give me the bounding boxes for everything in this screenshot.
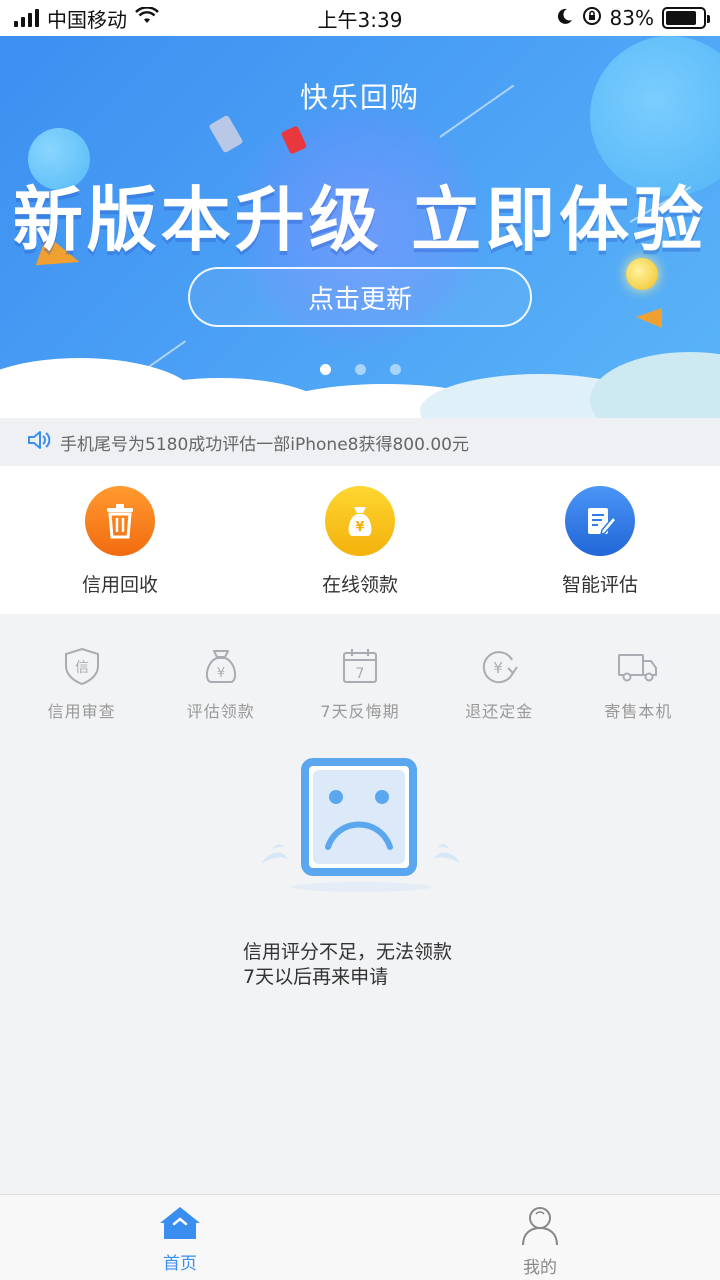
empty-message-line2: 7天以后再来申请: [243, 966, 389, 988]
status-right: 83%: [556, 6, 710, 31]
sub-features: 信 信用审查 ¥ 评估领款 7 7天反悔期 ¥ 退还定金 寄售本机: [0, 614, 720, 734]
tab-label: 我的: [523, 1258, 557, 1278]
pagination-dot[interactable]: [389, 364, 401, 375]
notice-bar: 手机尾号为5180成功评估一部iPhone8获得800.00元: [0, 418, 720, 466]
moon-icon: [556, 6, 574, 30]
delivery-truck-icon: [616, 646, 660, 690]
status-bar: 中国移动 上午3:39 83%: [0, 0, 720, 36]
rotation-lock-icon: [582, 6, 602, 31]
trash-icon: [85, 486, 155, 556]
subfeature-label: 评估领款: [186, 702, 255, 721]
battery-icon: [662, 7, 710, 29]
notice-text: 手机尾号为5180成功评估一部iPhone8获得800.00元: [60, 434, 469, 455]
feature-smart-evaluation[interactable]: 智能评估: [480, 466, 720, 614]
feature-label: 信用回收: [81, 574, 158, 596]
empty-message: 信用评分不足，无法领款 7天以后再来申请: [243, 940, 452, 990]
update-button[interactable]: 点击更新: [188, 267, 532, 327]
money-bag-outline-icon: ¥: [199, 646, 243, 690]
feature-credit-recycle[interactable]: 信用回收: [0, 466, 240, 614]
subfeature-refund-deposit[interactable]: ¥ 退还定金: [430, 614, 569, 734]
banner-bill-icon: [208, 114, 244, 154]
speaker-icon: [26, 429, 52, 456]
main-features: 信用回收 ¥ 在线领款 智能评估: [0, 466, 720, 614]
subfeature-credit-check[interactable]: 信 信用审查: [12, 614, 151, 734]
banner-cloud: [590, 352, 720, 418]
battery-percent: 83%: [609, 6, 654, 30]
empty-message-line1: 信用评分不足，无法领款: [243, 941, 453, 963]
money-bag-icon: ¥: [325, 486, 395, 556]
subfeature-7day-return[interactable]: 7 7天反悔期: [290, 614, 429, 734]
svg-text:¥: ¥: [217, 666, 225, 681]
credit-shield-icon: 信: [60, 646, 104, 690]
svg-text:¥: ¥: [355, 520, 364, 535]
signal-icon: [14, 9, 39, 27]
pagination-dot[interactable]: [354, 364, 366, 375]
user-icon: [518, 1205, 562, 1249]
promo-banner[interactable]: 快乐回购 新版本升级 立即体验 点击更新: [0, 36, 720, 418]
subfeature-label: 退还定金: [465, 702, 534, 721]
feature-online-payout[interactable]: ¥ 在线领款: [240, 466, 480, 614]
sad-face-icon: [258, 755, 464, 895]
subfeature-consignment[interactable]: 寄售本机: [569, 614, 708, 734]
yen-refund-icon: ¥: [477, 646, 521, 690]
tab-mine[interactable]: 我的: [360, 1195, 720, 1280]
banner-paper-plane: [636, 308, 662, 328]
tab-label: 首页: [163, 1254, 197, 1274]
carrier-name: 中国移动: [47, 7, 127, 32]
feature-label: 在线领款: [321, 574, 398, 596]
calendar-7-icon: 7: [338, 646, 382, 690]
subfeature-evaluate-payout[interactable]: ¥ 评估领款: [151, 614, 290, 734]
svg-text:¥: ¥: [493, 659, 503, 677]
tab-home[interactable]: 首页: [0, 1195, 360, 1280]
subfeature-label: 寄售本机: [604, 702, 673, 721]
banner-title: 新版本升级 立即体验: [12, 179, 708, 261]
subfeature-label: 信用审查: [47, 702, 116, 721]
svg-text:信: 信: [75, 660, 89, 676]
status-left: 中国移动: [14, 4, 159, 33]
feature-label: 智能评估: [561, 574, 638, 596]
home-icon: [158, 1205, 202, 1245]
svg-text:7: 7: [356, 666, 365, 682]
bottom-tab-bar: 首页 我的: [0, 1194, 720, 1280]
edit-note-icon: [565, 486, 635, 556]
wifi-icon: [135, 6, 159, 30]
pagination-dot[interactable]: [319, 364, 331, 375]
banner-subtitle: 快乐回购: [299, 81, 420, 114]
subfeature-label: 7天反悔期: [320, 702, 400, 721]
